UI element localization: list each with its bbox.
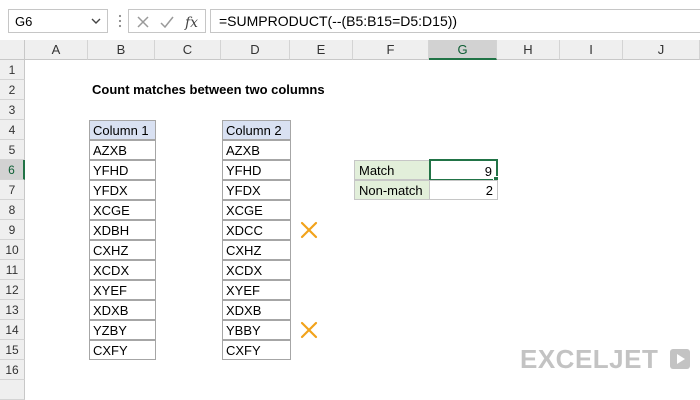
column-2-cell[interactable]: XYEF [222,280,291,300]
drag-handle-icon[interactable] [117,10,123,32]
column-header-c[interactable]: C [155,40,221,60]
logo-text: EXCELJET [520,344,659,374]
column-header-g[interactable]: G [429,40,497,60]
row-header-17[interactable] [0,380,25,400]
svg-text:fx: fx [184,15,198,31]
column-header-b[interactable]: B [88,40,155,60]
row-header-16[interactable]: 16 [0,360,25,380]
formula-input[interactable]: =SUMPRODUCT(--(B5:B15=D5:D15)) [210,9,700,33]
column-2-cell[interactable]: XDXB [222,300,291,320]
row-header-2[interactable]: 2 [0,80,25,100]
column-1-cell[interactable]: CXHZ [89,240,156,260]
column-header-h[interactable]: H [497,40,560,60]
column-1-cell[interactable]: XCDX [89,260,156,280]
column-1-cell[interactable]: CXFY [89,340,156,360]
column-2-cell[interactable]: YBBY [222,320,291,340]
select-all-corner[interactable] [0,40,25,60]
column-1-cell[interactable]: XDXB [89,300,156,320]
row-header-3[interactable]: 3 [0,100,25,120]
name-box[interactable]: G6 [8,9,108,33]
x-mark-icon [300,321,318,339]
nonmatch-label[interactable]: Non-match [354,180,430,200]
column-2-cell[interactable]: XCGE [222,200,291,220]
column-1-cell[interactable]: XDBH [89,220,156,240]
chevron-down-icon[interactable] [90,14,102,28]
column-2-cell[interactable]: AZXB [222,140,291,160]
row-header-6[interactable]: 6 [0,160,25,180]
match-label[interactable]: Match [354,160,430,180]
row-header-8[interactable]: 8 [0,200,25,220]
column-1-cell[interactable]: YZBY [89,320,156,340]
column-2-header[interactable]: Column 2 [222,120,291,140]
match-value-cell[interactable]: 9 [429,159,498,181]
row-header-13[interactable]: 13 [0,300,25,320]
column-2-cell[interactable]: XCDX [222,260,291,280]
row-header-1[interactable]: 1 [0,60,25,80]
column-1-cell[interactable]: YFHD [89,160,156,180]
row-header-5[interactable]: 5 [0,140,25,160]
column-header-j[interactable]: J [623,40,700,60]
column-header-d[interactable]: D [221,40,290,60]
fx-icon[interactable]: fx [183,12,203,32]
sheet-title: Count matches between two columns [92,82,325,97]
column-2-cell[interactable]: YFHD [222,160,291,180]
column-header-i[interactable]: I [560,40,623,60]
column-header-f[interactable]: F [353,40,429,60]
row-header-12[interactable]: 12 [0,280,25,300]
cancel-icon[interactable] [135,14,151,30]
x-mark-icon [300,221,318,239]
name-box-value: G6 [15,14,33,29]
row-header-15[interactable]: 15 [0,340,25,360]
column-1-cell[interactable]: XCGE [89,200,156,220]
column-2-cell[interactable]: CXFY [222,340,291,360]
row-header-10[interactable]: 10 [0,240,25,260]
column-1-cell[interactable]: AZXB [89,140,156,160]
row-header-14[interactable]: 14 [0,320,25,340]
row-header-9[interactable]: 9 [0,220,25,240]
exceljet-logo: EXCELJET [520,342,692,376]
row-header-7[interactable]: 7 [0,180,25,200]
column-header-a[interactable]: A [25,40,88,60]
column-1-cell[interactable]: YFDX [89,180,156,200]
formula-buttons: fx [128,9,206,33]
row-header-11[interactable]: 11 [0,260,25,280]
nonmatch-value-cell[interactable]: 2 [429,180,498,200]
formula-text: =SUMPRODUCT(--(B5:B15=D5:D15)) [219,13,458,29]
column-2-cell[interactable]: YFDX [222,180,291,200]
column-2-cell[interactable]: XDCC [222,220,291,240]
row-header-4[interactable]: 4 [0,120,25,140]
column-1-header[interactable]: Column 1 [89,120,156,140]
column-2-cell[interactable]: CXHZ [222,240,291,260]
logo-play-icon [670,349,690,369]
confirm-icon[interactable] [159,14,175,30]
column-header-e[interactable]: E [290,40,353,60]
column-1-cell[interactable]: XYEF [89,280,156,300]
